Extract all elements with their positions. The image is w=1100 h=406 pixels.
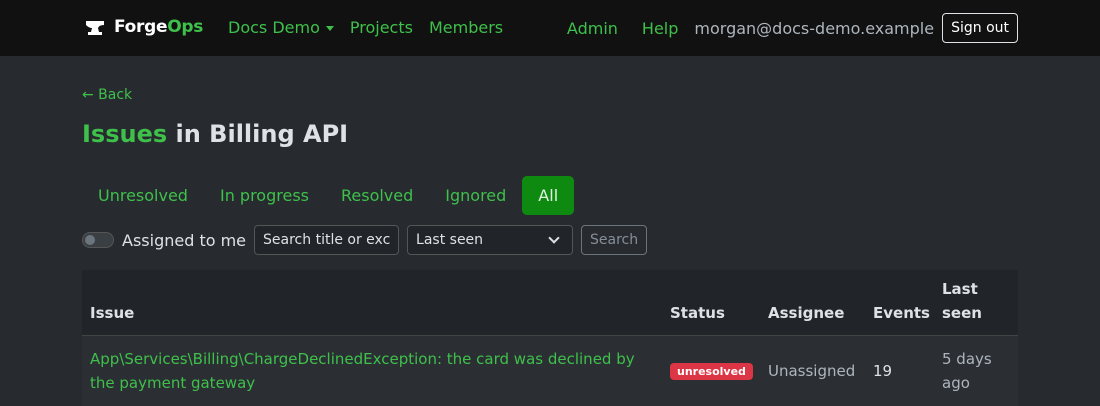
- column-header-issue: Issue: [90, 304, 135, 322]
- tab-unresolved[interactable]: Unresolved: [82, 176, 204, 215]
- column-header-events: Events: [873, 304, 930, 322]
- column-header-last-seen: Last seen: [942, 280, 982, 322]
- column-header-assignee: Assignee: [768, 304, 845, 322]
- issue-title-link[interactable]: App\Services\Billing\ChargeDeclinedExcep…: [82, 347, 662, 395]
- column-header-status: Status: [670, 304, 725, 322]
- top-navbar: ForgeOps Docs Demo Projects Members Admi…: [0, 0, 1100, 56]
- assignee-cell: Unassigned: [768, 362, 856, 380]
- status-tabs: Unresolved In progress Resolved Ignored …: [82, 176, 575, 215]
- filter-bar: Assigned to me Last seen Search: [82, 225, 648, 255]
- tab-ignored[interactable]: Ignored: [429, 176, 522, 215]
- nav-members[interactable]: Members: [429, 18, 503, 37]
- page-title-highlight: Issues: [82, 120, 168, 148]
- page-title: Issues in Billing API: [82, 120, 348, 148]
- last-seen-cell: 5 days ago: [942, 350, 992, 392]
- tab-all[interactable]: All: [522, 176, 575, 215]
- anvil-icon: [86, 21, 104, 35]
- assigned-to-me-label: Assigned to me: [122, 230, 247, 250]
- nav-admin[interactable]: Admin: [567, 19, 618, 38]
- assigned-to-me-toggle[interactable]: [82, 232, 114, 248]
- sort-select[interactable]: Last seen: [407, 225, 574, 255]
- sort-select-value: Last seen: [416, 232, 484, 248]
- events-count: 19: [873, 362, 893, 380]
- search-button[interactable]: Search: [581, 225, 648, 255]
- caret-down-icon: [325, 26, 334, 31]
- workspace-dropdown[interactable]: Docs Demo: [228, 18, 334, 37]
- user-email: morgan@docs-demo.example: [694, 18, 935, 38]
- search-input[interactable]: [254, 225, 400, 255]
- nav-help[interactable]: Help: [642, 19, 678, 38]
- status-badge: unresolved: [670, 363, 753, 380]
- table-header: Issue Status Assignee Events Last seen: [82, 270, 1018, 336]
- page-title-project: in Billing API: [167, 120, 349, 148]
- sign-out-button[interactable]: Sign out: [942, 13, 1018, 43]
- nav-projects[interactable]: Projects: [350, 18, 413, 37]
- tab-in-progress[interactable]: In progress: [204, 176, 325, 215]
- chevron-down-icon: [548, 232, 560, 244]
- issues-table: Issue Status Assignee Events Last seen Ap…: [82, 270, 1018, 406]
- tab-resolved[interactable]: Resolved: [325, 176, 429, 215]
- brand-logo-link[interactable]: ForgeOps: [84, 16, 203, 38]
- status-cell: unresolved: [662, 358, 760, 384]
- table-row: App\Services\Billing\ChargeDeclinedExcep…: [82, 336, 1018, 406]
- back-link[interactable]: ← Back: [82, 87, 132, 103]
- brand-name: ForgeOps: [114, 17, 204, 37]
